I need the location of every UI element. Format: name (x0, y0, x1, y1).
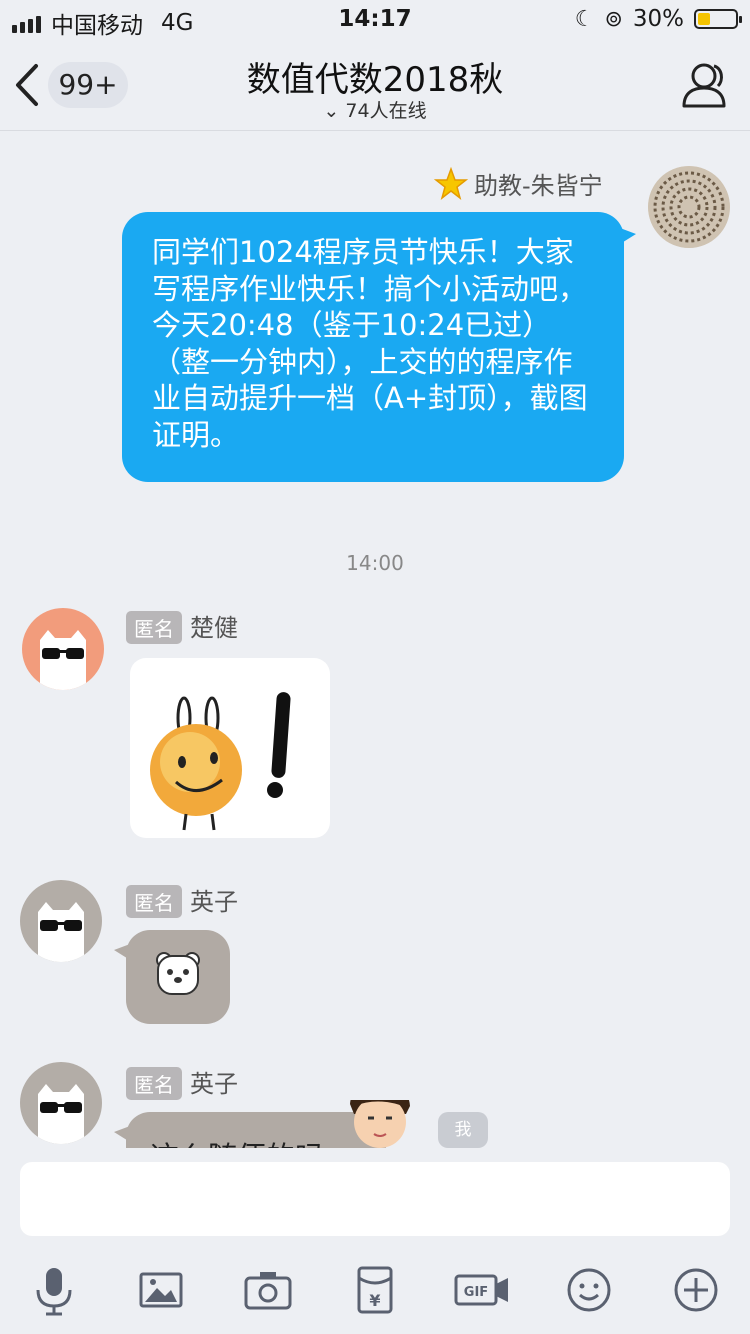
svg-text:GIF: GIF (464, 1285, 488, 1300)
moon-icon: ☾ (574, 6, 595, 32)
group-members-icon[interactable] (680, 60, 732, 110)
message-text: 同学们1024程序员节快乐！大家写程序作业快乐！搞个小活动吧，今天20:48（鉴… (152, 235, 588, 452)
sender-yingzi: 匿名 英子 (126, 1064, 238, 1100)
chat-header: 99+ 数值代数2018秋 ⌄ 74人在线 (0, 40, 750, 131)
anonymous-tag: 匿名 (126, 611, 182, 644)
cat-sunglasses-avatar (38, 902, 84, 962)
me-tag: 我 (438, 1112, 488, 1148)
time-divider: 14:00 (346, 551, 404, 575)
sender-chujian: 匿名 楚健 (126, 608, 238, 644)
sender-name: 英子 (190, 888, 238, 916)
plus-icon[interactable] (666, 1260, 726, 1320)
image-icon[interactable] (131, 1260, 191, 1320)
red-packet-icon[interactable]: ¥ (345, 1260, 405, 1320)
rotation-lock-icon: ⊚ (604, 6, 623, 32)
camera-icon[interactable] (238, 1260, 298, 1320)
input-toolbar: ¥ GIF (0, 1250, 750, 1334)
emoji-bubble[interactable] (114, 930, 230, 1024)
battery-percent: 30% (632, 6, 684, 32)
anonymous-tag: 匿名 (126, 1067, 182, 1100)
woven-pattern-avatar (648, 166, 730, 248)
avatar[interactable] (648, 166, 730, 248)
page-title: 数值代数2018秋 (246, 60, 504, 100)
message-clip: 这么随便的吗 我 (0, 1100, 750, 1148)
cat-sunglasses-avatar (40, 630, 86, 690)
bear-emoji-icon (156, 952, 200, 995)
star-icon (434, 166, 468, 200)
chevron-down-icon: ⌄ (323, 100, 340, 122)
sticker-message[interactable] (130, 658, 330, 838)
smiling-bunny-sticker (150, 692, 291, 831)
gif-icon[interactable]: GIF (452, 1260, 512, 1320)
cartoon-boy-sticker (350, 1100, 410, 1148)
status-bar: 中国移动 4G 14:17 ☾ ⊚ 30% (0, 0, 750, 40)
online-status[interactable]: ⌄ 74人在线 (0, 96, 750, 123)
svg-text:¥: ¥ (369, 1291, 380, 1310)
ta-name: 助教-朱皆宁 (474, 172, 603, 200)
message-input[interactable] (20, 1162, 730, 1236)
ta-sender: 助教-朱皆宁 (434, 166, 603, 201)
message-text: 这么随便的吗 (150, 1140, 324, 1148)
emoji-icon[interactable] (559, 1260, 619, 1320)
avatar[interactable] (20, 880, 102, 962)
message-bubble-ta[interactable]: 同学们1024程序员节快乐！大家写程序作业快乐！搞个小活动吧，今天20:48（鉴… (122, 212, 636, 482)
sender-name: 英子 (190, 1070, 238, 1098)
avatar[interactable] (22, 608, 104, 690)
online-count: 74人在线 (345, 100, 427, 122)
microphone-icon[interactable] (24, 1260, 84, 1320)
anonymous-tag: 匿名 (126, 885, 182, 918)
sender-yingzi: 匿名 英子 (126, 882, 238, 918)
battery-icon (694, 9, 742, 29)
sender-name: 楚健 (190, 614, 238, 642)
